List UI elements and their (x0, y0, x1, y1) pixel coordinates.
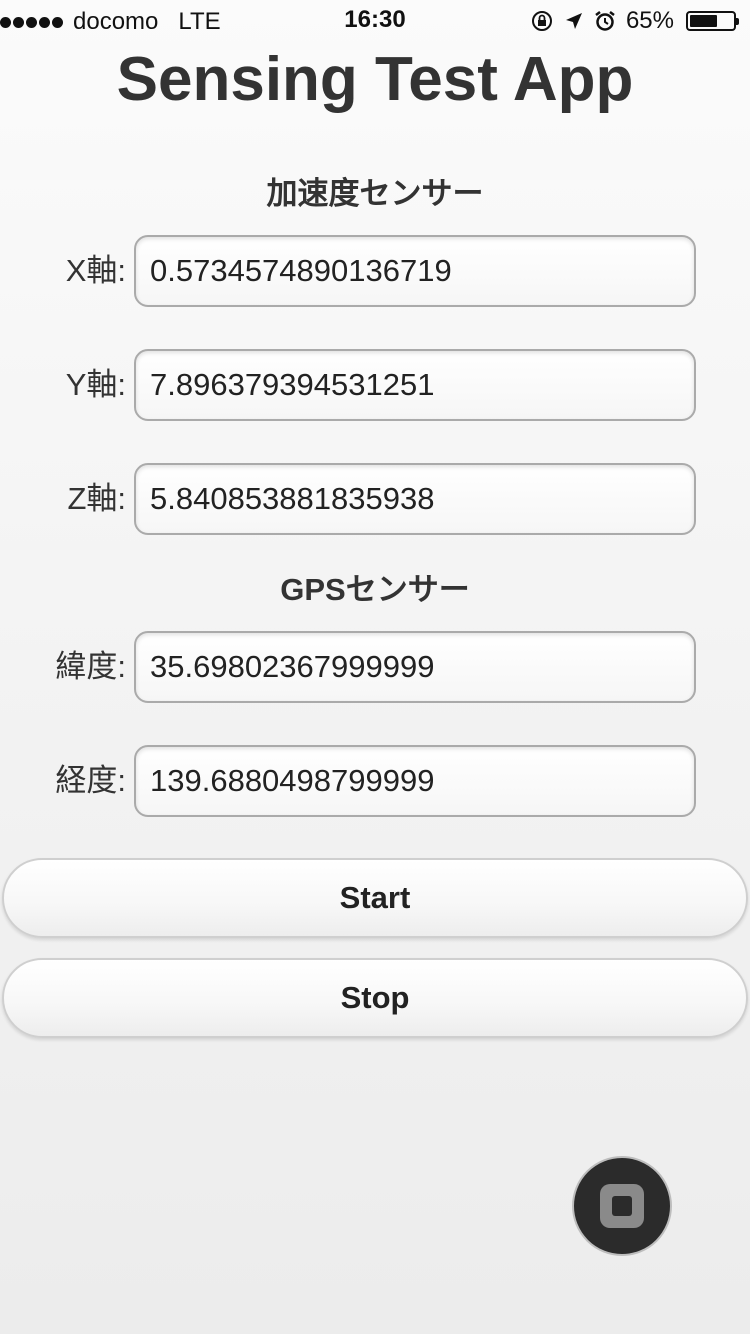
z-axis-label: Z軸: (67, 481, 126, 516)
longitude-row: 経度: (0, 745, 750, 817)
battery-fill (690, 15, 717, 27)
longitude-input[interactable] (134, 745, 696, 817)
location-arrow-icon (564, 11, 584, 31)
z-axis-input[interactable] (134, 463, 696, 535)
x-axis-input[interactable] (134, 235, 696, 307)
assistive-touch-button[interactable] (572, 1156, 672, 1256)
gps-heading: GPSセンサー (280, 572, 470, 607)
battery-percentage: 65% (625, 7, 674, 34)
y-axis-row: Y軸: (0, 349, 750, 421)
battery-icon (686, 11, 739, 31)
assistive-touch-icon (600, 1184, 644, 1228)
alarm-icon (594, 10, 616, 32)
x-axis-label: X軸: (65, 253, 126, 288)
accelerometer-heading: 加速度センサー (266, 176, 484, 211)
longitude-label: 経度: (55, 763, 126, 798)
z-axis-row: Z軸: (0, 463, 750, 535)
y-axis-input[interactable] (134, 349, 696, 421)
y-axis-label: Y軸: (65, 367, 126, 402)
orientation-lock-icon (530, 9, 554, 33)
latitude-row: 緯度: (0, 631, 750, 703)
x-axis-row: X軸: (0, 235, 750, 307)
status-right: 65% (530, 7, 739, 35)
stop-button[interactable]: Stop (2, 958, 748, 1038)
latitude-label: 緯度: (55, 649, 126, 684)
page-title: Sensing Test App (116, 45, 634, 114)
status-bar: docomo LTE 16:30 65% (0, 0, 750, 40)
latitude-input[interactable] (134, 631, 696, 703)
start-button[interactable]: Start (2, 858, 748, 938)
